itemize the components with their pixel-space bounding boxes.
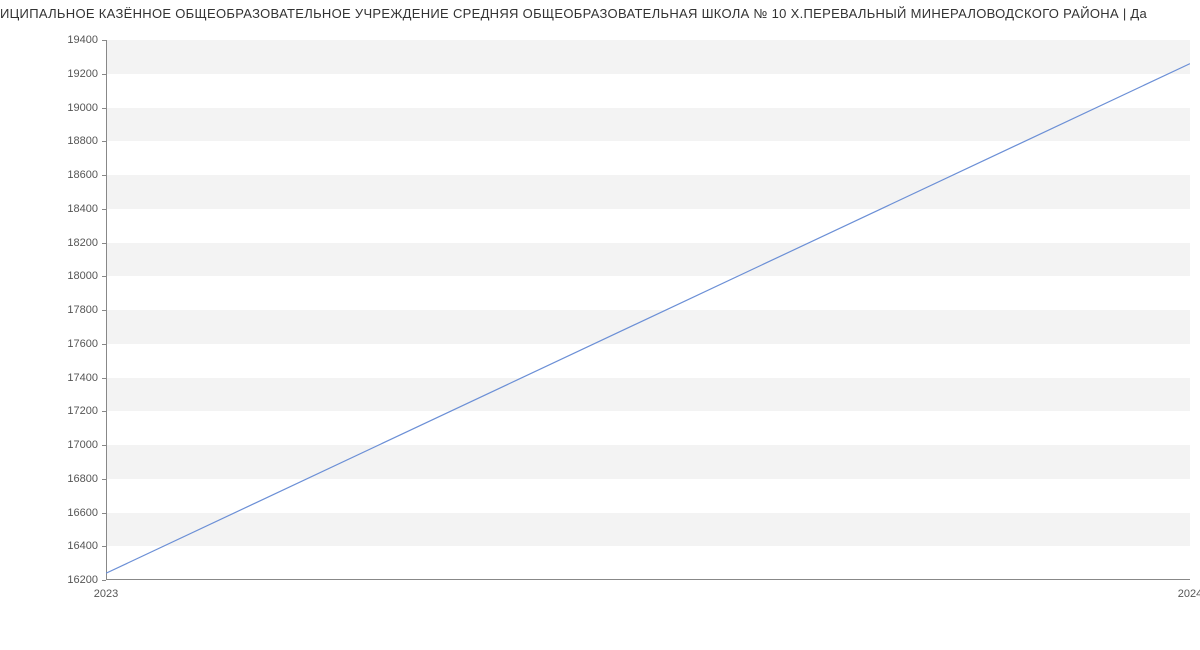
y-tick [102, 546, 106, 547]
y-tick-label: 19200 [58, 68, 98, 80]
y-tick-label: 18000 [58, 270, 98, 282]
y-tick-label: 18200 [58, 237, 98, 249]
y-tick [102, 344, 106, 345]
grid-band [107, 378, 1190, 412]
y-tick-label: 16400 [58, 540, 98, 552]
y-tick [102, 580, 106, 581]
y-tick-label: 18400 [58, 203, 98, 215]
y-tick-label: 17000 [58, 439, 98, 451]
y-tick [102, 276, 106, 277]
y-tick-label: 18800 [58, 135, 98, 147]
y-tick [102, 310, 106, 311]
plot-area [106, 40, 1190, 580]
x-tick-label: 2023 [94, 588, 118, 600]
y-tick [102, 243, 106, 244]
y-tick [102, 411, 106, 412]
y-tick-label: 16200 [58, 574, 98, 586]
y-tick [102, 108, 106, 109]
y-tick [102, 378, 106, 379]
grid-band [107, 175, 1190, 209]
y-tick-label: 16600 [58, 507, 98, 519]
y-tick-label: 18600 [58, 169, 98, 181]
y-tick [102, 175, 106, 176]
y-tick [102, 445, 106, 446]
y-tick [102, 141, 106, 142]
grid-band [107, 445, 1190, 479]
y-tick-label: 17200 [58, 405, 98, 417]
grid-band [107, 108, 1190, 142]
x-tick-label: 2024 [1178, 588, 1200, 600]
y-tick [102, 479, 106, 480]
y-tick-label: 17400 [58, 372, 98, 384]
y-tick-label: 16800 [58, 473, 98, 485]
y-tick [102, 40, 106, 41]
y-tick-label: 19400 [58, 34, 98, 46]
y-tick-label: 17600 [58, 338, 98, 350]
y-tick [102, 209, 106, 210]
grid-band [107, 513, 1190, 547]
y-tick-label: 19000 [58, 102, 98, 114]
grid-band [107, 310, 1190, 344]
grid-band [107, 243, 1190, 277]
y-tick-label: 17800 [58, 304, 98, 316]
chart-title: ИЦИПАЛЬНОЕ КАЗЁННОЕ ОБЩЕОБРАЗОВАТЕЛЬНОЕ … [0, 6, 1200, 21]
y-tick [102, 74, 106, 75]
grid-band [107, 40, 1190, 74]
chart-container: 16200 16400 16600 16800 17000 17200 17400 17600… [60, 40, 1190, 600]
y-tick [102, 513, 106, 514]
